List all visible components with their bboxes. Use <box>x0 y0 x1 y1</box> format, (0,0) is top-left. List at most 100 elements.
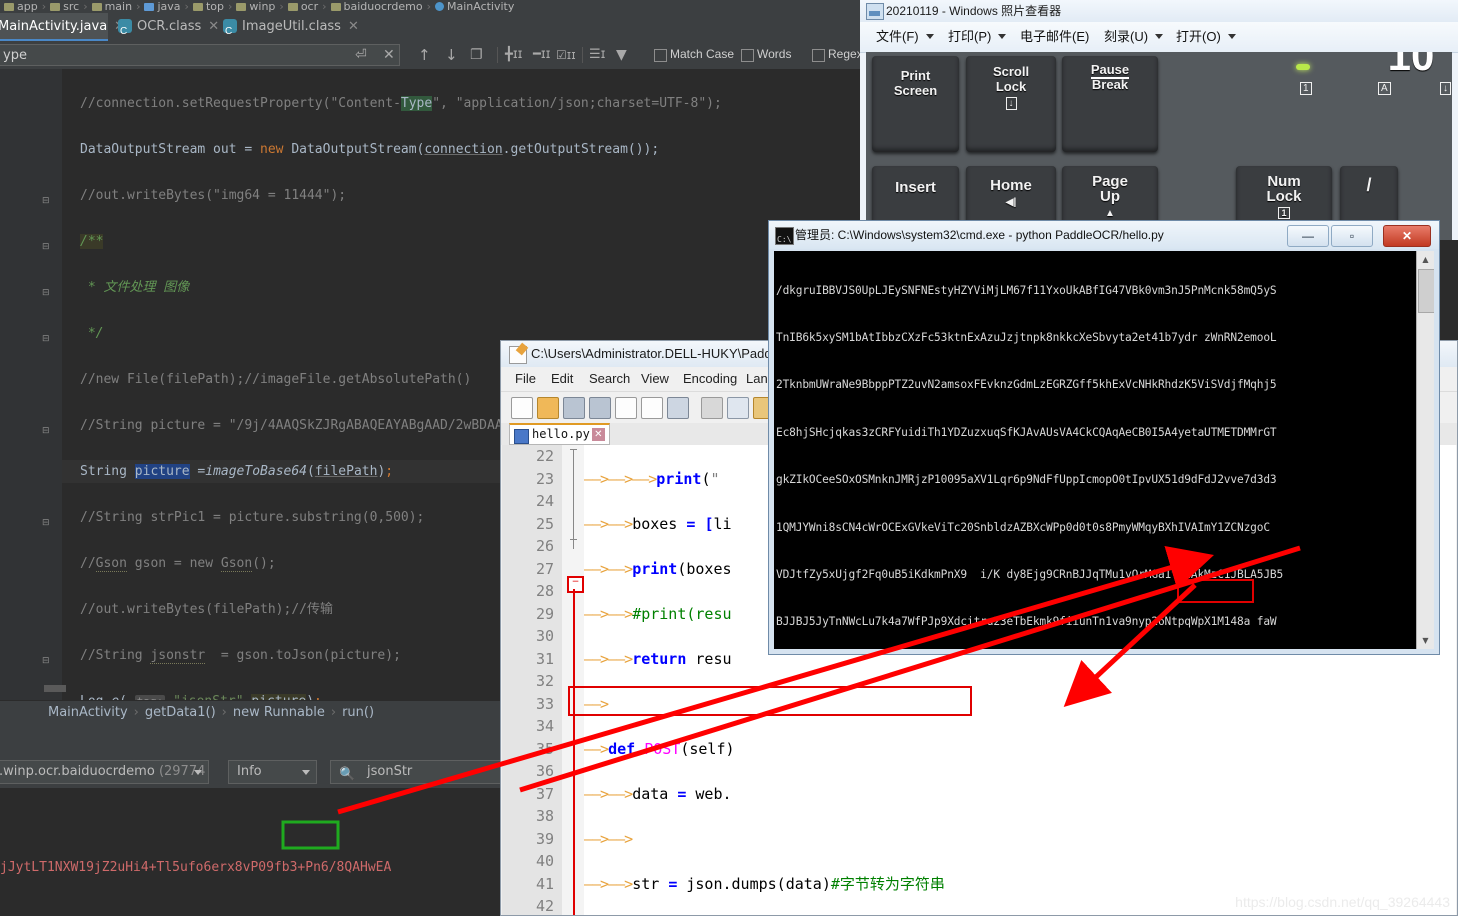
scroll-up-icon[interactable]: ▲ <box>1417 251 1434 268</box>
tab-mainactivity[interactable]: MainActivity.java✕ <box>0 13 125 41</box>
menu-view[interactable]: View <box>641 367 669 391</box>
line-number: 24 <box>535 492 554 510</box>
copy-icon[interactable] <box>727 397 749 419</box>
navbar-item-1[interactable]: getData1() <box>145 705 216 720</box>
tab-ocr-class[interactable]: OCR.class✕ <box>110 13 225 46</box>
arrow-down-icon[interactable]: ↓ <box>445 46 458 64</box>
save-icon[interactable] <box>563 397 585 419</box>
match-case-checkbox[interactable] <box>654 49 667 62</box>
close-icon[interactable]: ✕ <box>348 19 359 34</box>
fold-tick <box>570 539 577 540</box>
code-line: DataOutputStream out = new DataOutputStr… <box>80 142 660 157</box>
select-all-icon[interactable]: ❐ <box>470 46 483 64</box>
scroll-down-icon[interactable]: ▼ <box>1417 632 1434 649</box>
open-file-icon[interactable] <box>537 397 559 419</box>
fold-marker[interactable]: ⊟ <box>42 427 51 436</box>
breadcrumb-item-8[interactable]: MainActivity <box>447 0 514 13</box>
chevron-down-icon[interactable] <box>194 770 202 775</box>
maximize-button[interactable]: ▫ <box>1331 225 1373 247</box>
close-file-icon[interactable] <box>615 397 637 419</box>
minimize-button[interactable]: — <box>1287 225 1329 247</box>
scrollbar-thumb[interactable] <box>1418 269 1434 313</box>
cmd-line: TnIB6k5xySM1bAtIbbzCXzFc53ktnExAzuJzjtnp… <box>776 330 1277 344</box>
breadcrumb-item-2[interactable]: main <box>105 0 132 13</box>
breadcrumb-item-4[interactable]: top <box>206 0 224 13</box>
code-line: //connection.setRequestProperty("Content… <box>80 96 722 111</box>
breadcrumb-item-5[interactable]: winp <box>249 0 275 13</box>
line-number: 27 <box>535 559 554 578</box>
line-number: 23 <box>535 469 554 488</box>
breadcrumb-item-6[interactable]: ocr <box>301 0 318 13</box>
cmd-scrollbar[interactable]: ▲ ▼ <box>1416 251 1434 649</box>
close-button[interactable]: ✕ <box>1383 225 1431 247</box>
arrow-up-icon[interactable]: ↑ <box>418 46 431 64</box>
menu-print[interactable]: 打印(P) <box>948 22 1007 52</box>
fold-margin[interactable]: − <box>562 445 584 915</box>
fold-marker[interactable]: ⊟ <box>42 519 51 528</box>
cmd-console[interactable]: /dkgruIBBVJS0UpLJEySNFNEstyHZYViMjLM67f1… <box>774 251 1434 649</box>
line-number: 30 <box>535 627 554 645</box>
logcat-filter-input[interactable]: 🔍 jsonStr <box>330 760 515 784</box>
breadcrumb-item-3[interactable]: java <box>157 0 180 13</box>
fold-marker[interactable]: ⊟ <box>42 289 51 298</box>
add-occurrence-icon[interactable]: ╋ɪɪ <box>505 46 523 64</box>
navbar-item-3[interactable]: run() <box>342 705 374 720</box>
chevron-down-icon[interactable] <box>302 770 310 775</box>
close-icon[interactable]: ✕ <box>591 428 605 441</box>
save-all-icon[interactable] <box>589 397 611 419</box>
fold-marker[interactable]: ⊟ <box>42 197 51 206</box>
photo-viewer-titlebar[interactable]: 20210119 - Windows 照片查看器 <box>860 0 1458 22</box>
breadcrumb-item-0[interactable]: app <box>17 0 38 13</box>
menu-file[interactable]: 文件(F) <box>876 22 934 52</box>
log-level-selector[interactable]: Info <box>228 760 317 784</box>
menu-edit[interactable]: Edit <box>551 367 573 391</box>
new-file-icon[interactable] <box>511 397 533 419</box>
chevron-down-icon[interactable] <box>1155 34 1164 39</box>
fold-marker[interactable]: ⊟ <box>42 243 51 252</box>
tab-label: OCR.class <box>137 19 202 34</box>
menu-email[interactable]: 电子邮件(E) <box>1020 22 1089 52</box>
tab-hello-py[interactable]: hello.py ✕ <box>509 423 610 445</box>
menu-language[interactable]: Lan <box>746 367 768 391</box>
close-all-icon[interactable] <box>641 397 663 419</box>
clear-search-icon[interactable]: ✕ <box>383 46 395 64</box>
search-input[interactable]: ype <box>0 44 400 66</box>
key-insert-label: Insert <box>895 179 936 196</box>
tab-label: ImageUtil.class <box>242 19 341 34</box>
fold-collapse-button[interactable]: − <box>567 576 584 593</box>
chevron-down-icon[interactable] <box>1227 34 1236 39</box>
menu-encoding[interactable]: Encoding <box>683 367 737 391</box>
chevron-down-icon[interactable] <box>998 34 1007 39</box>
menu-search[interactable]: Search <box>589 367 630 391</box>
chevron-down-icon[interactable] <box>925 34 934 39</box>
navbar-separator: › <box>221 705 227 720</box>
navbar-item-2[interactable]: new Runnable <box>233 705 325 720</box>
editor-gutter[interactable]: ⊟ ⊟ ⊟ ⊟ ⊟ ⊟ ⊟ <box>0 69 66 700</box>
menu-file[interactable]: File <box>515 367 536 391</box>
menu-open[interactable]: 打开(O) <box>1176 22 1236 52</box>
process-selector[interactable]: .winp.ocr.baiduocrdemo (29774 <box>0 760 209 784</box>
navbar-item-0[interactable]: MainActivity <box>48 705 128 720</box>
cmd-line: BJJBJ5JyTnNWcLu7k4a7WfPJp9Xdcitru23eTbEk… <box>776 615 1277 629</box>
code-line: ——>——>data = web. <box>584 784 732 803</box>
tab-imageutil-class[interactable]: ImageUtil.class ✕ <box>215 13 365 46</box>
code-line: /** <box>80 234 104 249</box>
filter-icon[interactable]: ▼ <box>616 46 627 64</box>
menu-burn[interactable]: 刻录(U) <box>1104 22 1164 52</box>
cut-icon[interactable] <box>701 397 723 419</box>
in-selection-icon[interactable]: ☰ɪ <box>589 46 606 64</box>
remove-occurrence-icon[interactable]: ━ɪɪ <box>533 46 551 64</box>
fold-marker[interactable]: ⊟ <box>42 335 51 344</box>
multiline-toggle-icon[interactable]: ⏎ <box>355 46 367 64</box>
check-occurrence-icon[interactable]: ☑ɪɪ <box>556 46 576 64</box>
breadcrumb-separator: › <box>184 0 189 13</box>
breadcrumb[interactable]: app › src › main › java › top › winp › ocr › baiduocrd… <box>0 0 870 13</box>
breadcrumb-item-1[interactable]: src <box>63 0 79 13</box>
line-number: 32 <box>535 672 554 690</box>
words-checkbox[interactable] <box>741 49 754 62</box>
regex-checkbox[interactable] <box>812 49 825 62</box>
fold-marker[interactable]: ⊟ <box>42 657 51 666</box>
breadcrumb-item-7[interactable]: baiduocrdemo <box>344 0 423 13</box>
print-icon[interactable] <box>667 397 689 419</box>
class-icon <box>434 2 444 11</box>
